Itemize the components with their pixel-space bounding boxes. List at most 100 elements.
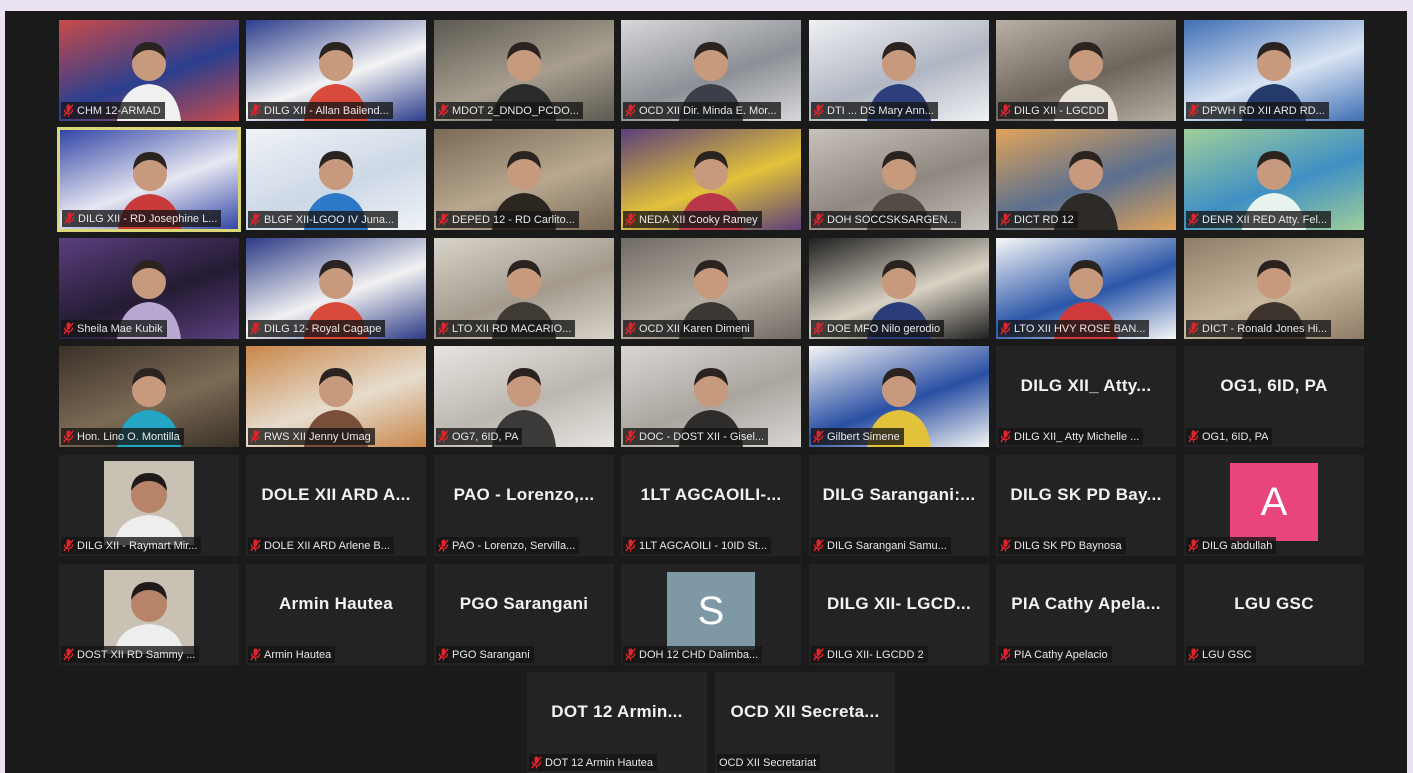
participant-tile[interactable]: DILG XII_ Atty... DILG XII_ Atty Michelle… [996,346,1176,447]
participant-label: DILG abdullah [1186,537,1277,554]
mic-muted-icon [813,104,824,117]
participant-label: DTI ... DS Mary Ann... [811,102,938,119]
participant-tile[interactable]: LGU GSC LGU GSC [1184,564,1364,665]
mic-muted-icon [1000,648,1011,661]
mic-muted-icon [63,648,74,661]
participant-name: Armin Hautea [264,648,332,661]
mic-muted-icon [625,648,636,661]
participant-tile[interactable]: LTO XII RD MACARIO... [434,238,614,339]
mic-muted-icon [63,539,74,552]
participant-tile[interactable]: S DOH 12 CHD Dalimba... [621,564,801,665]
participant-tile[interactable]: DEPED 12 - RD Carlito... [434,129,614,230]
participant-name: LTO XII RD MACARIO... [452,322,572,335]
participant-tile[interactable]: DILG Sarangani:... DILG Sarangani Samu... [809,455,989,556]
participant-tile[interactable]: PGO Sarangani PGO Sarangani [434,564,614,665]
participant-tile[interactable]: OCD XII Secreta... OCD XII Secretariat [715,672,895,773]
participant-tile[interactable]: A DILG abdullah [1184,455,1364,556]
mic-muted-icon [250,539,261,552]
participant-tile[interactable]: LTO XII HVY ROSE BAN... [996,238,1176,339]
participant-name: DILG SK PD Baynosa [1014,539,1122,552]
participant-name: DOC - DOST XII - Gisel... [639,430,765,443]
participant-tile[interactable]: DPWH RD XII ARD RD... [1184,20,1364,121]
participant-label: LTO XII RD MACARIO... [436,320,576,337]
mic-muted-icon [813,430,824,443]
participant-label: DPWH RD XII ARD RD... [1186,102,1329,119]
participant-name: DILG 12- Royal Cagape [264,322,382,335]
participant-tile[interactable]: DICT - Ronald Jones Hi... [1184,238,1364,339]
participant-name: DOE MFO Nilo gerodio [827,322,941,335]
participant-tile[interactable]: OG1, 6ID, PA OG1, 6ID, PA [1184,346,1364,447]
participant-name: RWS XII Jenny Umag [264,430,371,443]
participant-tile[interactable]: DOC - DOST XII - Gisel... [621,346,801,447]
participant-name: LGU GSC [1202,648,1252,661]
participant-label: DOT 12 Armin Hautea [529,754,658,771]
participant-tile[interactable]: 1LT AGCAOILI-... 1LT AGCAOILI - 10ID St..… [621,455,801,556]
participant-label: BLGF XII-LGOO IV Juna... [248,211,399,228]
participant-display-name: DILG Sarangani:... [822,485,976,504]
participant-tile[interactable]: DILG XII - Raymart Mir... [59,455,239,556]
participant-label: DILG 12- Royal Cagape [248,320,386,337]
participant-display-name: LGU GSC [1234,594,1314,613]
participant-tile[interactable]: DOH SOCCSKSARGEN... [809,129,989,230]
participant-name: DOH SOCCSKSARGEN... [827,213,957,226]
participant-tile[interactable]: CHM 12-ARMAD [59,20,239,121]
mic-muted-icon [1000,430,1011,443]
participant-tile[interactable]: Gilbert Simene [809,346,989,447]
participant-display-name: PIA Cathy Apela... [1011,594,1161,613]
participant-tile[interactable]: DILG XII - LGCDD [996,20,1176,121]
participant-tile[interactable]: MDOT 2_DNDO_PCDO... [434,20,614,121]
participant-label: 1LT AGCAOILI - 10ID St... [623,537,771,554]
participant-tile[interactable]: OCD XII Karen Dimeni [621,238,801,339]
participant-label: DILG XII - LGCDD [998,102,1109,119]
participant-label: NEDA XII Cooky Ramey [623,211,762,228]
mic-muted-icon [250,104,261,117]
mic-muted-icon [63,104,74,117]
mic-muted-icon [813,648,824,661]
participant-tile[interactable]: DILG XII- LGCD... DILG XII- LGCDD 2 [809,564,989,665]
participant-display-name: 1LT AGCAOILI-... [640,485,782,504]
participant-tile[interactable]: DENR XII RED Atty. Fel... [1184,129,1364,230]
mic-muted-icon [1188,648,1199,661]
participant-tile[interactable]: DOLE XII ARD A... DOLE XII ARD Arlene B..… [246,455,426,556]
participant-tile[interactable]: Armin Hautea Armin Hautea [246,564,426,665]
participant-display-name: PAO - Lorenzo,... [453,485,595,504]
participant-avatar: A [1230,463,1318,541]
mic-muted-icon [625,104,636,117]
participant-name: DILG Sarangani Samu... [827,539,947,552]
participant-tile[interactable]: DOE MFO Nilo gerodio [809,238,989,339]
participant-tile[interactable]: PIA Cathy Apela... PIA Cathy Apelacio [996,564,1176,665]
participant-tile[interactable]: OCD XII Dir. Minda E. Mor... [621,20,801,121]
mic-muted-icon [625,539,636,552]
participant-tile[interactable]: DOT 12 Armin... DOT 12 Armin Hautea [527,672,707,773]
participant-name: DOLE XII ARD Arlene B... [264,539,390,552]
mic-muted-icon [625,213,636,226]
mic-muted-icon [1188,104,1199,117]
participant-tile[interactable]: PAO - Lorenzo,... PAO - Lorenzo, Servilla… [434,455,614,556]
participant-tile[interactable]: DILG SK PD Bay... DILG SK PD Baynosa [996,455,1176,556]
participant-name: Gilbert Simene [827,430,900,443]
participant-tile[interactable]: DILG 12- Royal Cagape [246,238,426,339]
participant-tile[interactable]: DOST XII RD Sammy ... [59,564,239,665]
participant-tile[interactable]: DICT RD 12 [996,129,1176,230]
participant-tile[interactable]: RWS XII Jenny Umag [246,346,426,447]
participant-tile[interactable]: Hon. Lino O. Montilla [59,346,239,447]
participant-tile[interactable]: DILG XII - Allan Bailend... [246,20,426,121]
mic-muted-icon [438,213,449,226]
participant-display-name: OG1, 6ID, PA [1220,376,1328,395]
participant-tile[interactable]: Sheila Mae Kubik [59,238,239,339]
participant-tile[interactable]: NEDA XII Cooky Ramey [621,129,801,230]
mic-muted-icon [63,322,74,335]
participant-tile[interactable]: DILG XII - RD Josephine L... [57,127,241,232]
participant-tile[interactable]: OG7, 6ID, PA [434,346,614,447]
participant-label: LGU GSC [1186,646,1256,663]
participant-label: PIA Cathy Apelacio [998,646,1112,663]
mic-muted-icon [250,322,261,335]
participant-tile[interactable]: BLGF XII-LGOO IV Juna... [246,129,426,230]
mic-muted-icon [250,213,261,226]
participant-tile[interactable]: DTI ... DS Mary Ann... [809,20,989,121]
participant-name: DENR XII RED Atty. Fel... [1202,213,1328,226]
participant-name: DPWH RD XII ARD RD... [1202,104,1325,117]
participant-name: DTI ... DS Mary Ann... [827,104,934,117]
participant-avatar: S [667,572,755,650]
participant-label: DICT RD 12 [998,211,1078,228]
